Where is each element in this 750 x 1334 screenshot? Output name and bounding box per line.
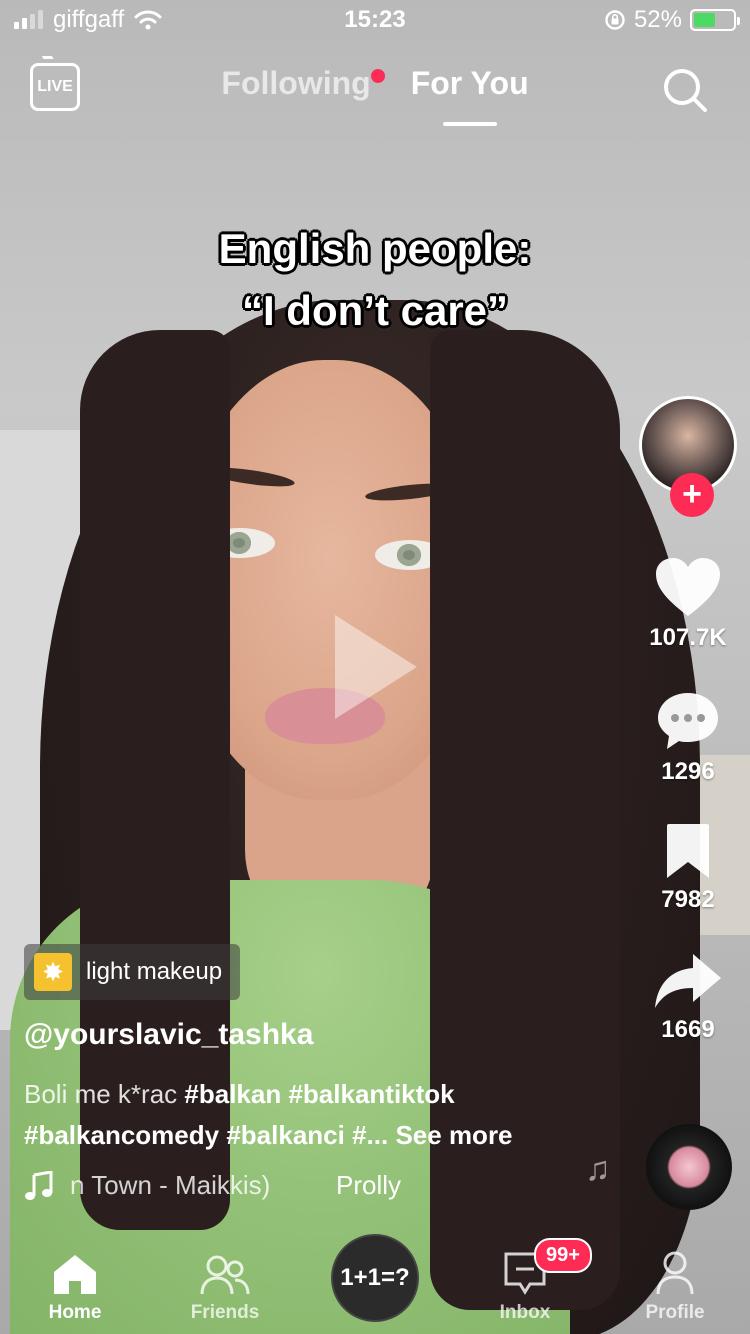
comment-icon[interactable] [655,690,721,752]
tab-friends[interactable]: Friends [150,1252,300,1324]
music-song: n Town - Maikkis) [70,1170,271,1200]
tab-create[interactable]: 1+1=? [300,1234,450,1324]
follow-plus-icon[interactable]: + [670,473,714,517]
caption-line-1: English people: [218,225,532,272]
tab-following-label: Following [221,65,371,101]
orientation-lock-icon [605,10,625,30]
tab-profile-label: Profile [645,1302,705,1323]
comment-count: 1296 [661,758,715,785]
play-icon[interactable] [335,615,417,719]
tab-for-you[interactable]: For You [410,65,529,126]
status-bar: giffgaff 15:23 52% [0,0,750,40]
share-count: 1669 [661,1016,715,1043]
hashtag[interactable]: #balkanci [226,1120,345,1150]
top-nav: LIVE Following For You [0,55,750,135]
hashtag[interactable]: #balkan [184,1079,281,1109]
friends-icon [200,1255,250,1295]
tab-following[interactable]: Following [221,65,385,102]
inbox-badge: 99+ [534,1238,592,1273]
like-action[interactable]: 107.7K [649,556,727,652]
tab-home-label: Home [48,1302,102,1323]
tab-friends-label: Friends [190,1302,260,1323]
battery-icon [690,9,740,31]
hashtag-truncated: #... [352,1120,389,1150]
bookmark-count: 7982 [661,886,715,913]
tab-home[interactable]: Home [0,1252,150,1324]
video-description: Boli me k*rac #balkan #balkantiktok #bal… [24,1074,584,1156]
music-info[interactable]: n Town - Maikkis) Prolly [24,1170,401,1201]
action-rail: + 107.7K 1296 7982 1669 [638,396,738,1044]
description-text: Boli me k*rac [24,1079,185,1109]
like-count: 107.7K [649,624,727,651]
creator-username[interactable]: @yourslavic_tashka [24,1018,313,1052]
active-tab-indicator [442,122,497,126]
tab-for-you-label: For You [410,65,529,101]
battery-percent: 52% [633,6,682,33]
effect-chip[interactable]: ✸ light makeup [24,944,241,1000]
video-caption: English people: “I don’t care” [0,218,750,342]
share-icon[interactable] [653,952,723,1010]
caption-line-2: “I don’t care” [241,287,509,334]
see-more-link[interactable]: See more [395,1120,512,1150]
hashtag[interactable]: #balkancomedy [24,1120,219,1150]
tab-inbox-label: Inbox [499,1302,551,1323]
tab-profile[interactable]: Profile [600,1250,750,1324]
create-button[interactable]: 1+1=? [331,1234,419,1322]
bottom-tab-bar: Home Friends 1+1=? Inbox Profile [0,1234,750,1334]
music-disc-icon[interactable] [646,1124,732,1210]
bookmark-action[interactable]: 7982 [661,822,715,914]
share-action[interactable]: 1669 [653,952,723,1044]
comment-action[interactable]: 1296 [655,690,721,786]
hashtag[interactable]: #balkantiktok [288,1079,454,1109]
music-note-icon [25,1170,53,1200]
heart-icon[interactable] [654,556,722,618]
profile-icon [656,1251,694,1295]
bookmark-icon[interactable] [663,822,713,880]
home-icon [54,1255,96,1294]
search-icon[interactable] [660,65,710,115]
sparkle-icon: ✸ [34,953,72,991]
creator-avatar[interactable]: + [639,396,737,517]
music-notes-icon: ♫ [585,1150,611,1188]
music-artist: Prolly [336,1170,402,1200]
feed-tabs: Following For You [0,65,750,126]
notification-dot [370,69,385,83]
effect-label: light makeup [86,958,223,985]
